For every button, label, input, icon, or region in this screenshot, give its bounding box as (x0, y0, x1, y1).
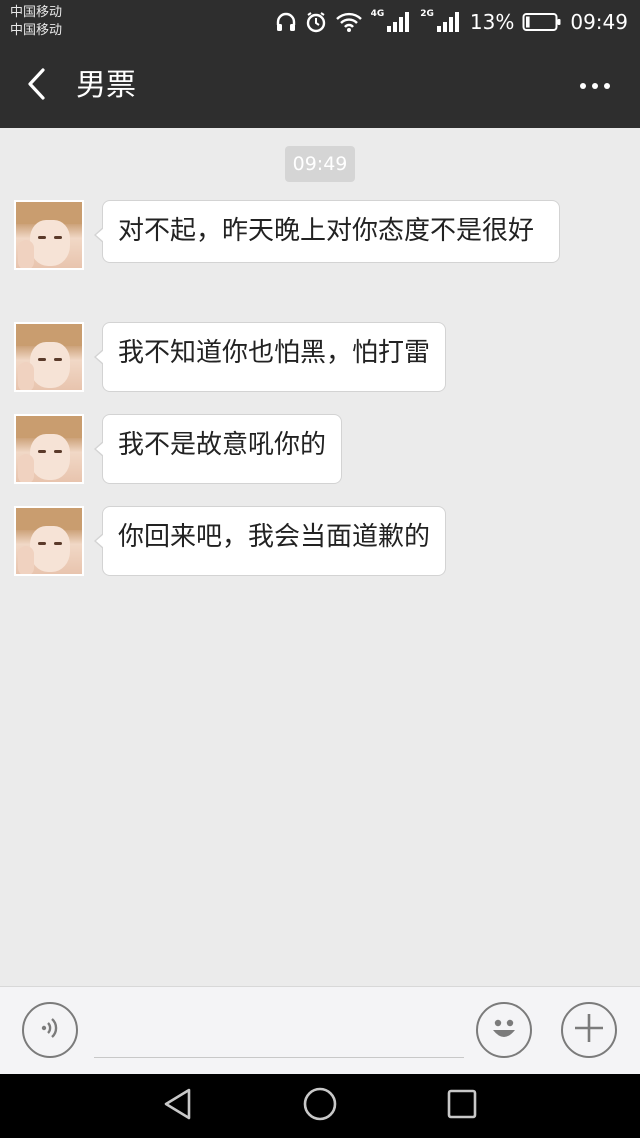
status-bar: 中国移动 中国移动 4G 2G 13% 09:49 (0, 0, 640, 44)
carrier-labels: 中国移动 中国移动 (10, 4, 62, 40)
more-dots-icon (580, 83, 586, 89)
status-clock: 09:49 (570, 10, 628, 34)
chat-header: 男票 (0, 44, 640, 128)
home-circle-icon (302, 1086, 338, 1126)
battery-percent: 13% (469, 10, 515, 34)
emoji-button[interactable] (476, 1002, 532, 1058)
signal-icon (386, 11, 412, 33)
plus-icon (572, 1011, 606, 1049)
system-back-button[interactable] (158, 1086, 198, 1126)
message-bubble[interactable]: 对不起，昨天晚上对你态度不是很好 (94, 200, 560, 263)
voice-icon (35, 1013, 65, 1047)
avatar[interactable] (14, 414, 84, 484)
chat-timestamp: 09:49 (285, 146, 355, 182)
system-home-button[interactable] (300, 1086, 340, 1126)
wifi-icon (335, 11, 363, 33)
chat-area[interactable]: 09:49 对不起，昨天晚上对你态度不是很好 我不知道你也怕黑，怕打雷 我不是故… (0, 128, 640, 986)
chevron-left-icon (24, 66, 48, 106)
carrier-2: 中国移动 (10, 23, 63, 38)
message-input[interactable] (94, 1007, 464, 1058)
message-bubble[interactable]: 我不是故意吼你的 (93, 414, 343, 484)
avatar[interactable] (14, 322, 84, 392)
plus-button[interactable] (561, 1002, 617, 1058)
battery-icon (522, 11, 562, 33)
avatar[interactable] (14, 506, 84, 576)
back-triangle-icon (162, 1087, 194, 1125)
system-recent-button[interactable] (442, 1086, 482, 1126)
system-nav-bar (0, 1074, 640, 1138)
headphones-icon (275, 11, 297, 33)
input-bar (0, 986, 640, 1074)
voice-button[interactable] (22, 1002, 78, 1058)
signal-icon (436, 11, 462, 33)
emoji-icon (486, 1010, 522, 1050)
carrier-1: 中国移动 (10, 5, 63, 20)
chat-title: 男票 (76, 68, 136, 103)
more-dots-icon (604, 83, 610, 89)
message-bubble[interactable]: 我不知道你也怕黑，怕打雷 (93, 322, 447, 392)
network-2-label: 2G (420, 9, 434, 19)
recent-square-icon (446, 1088, 478, 1124)
avatar[interactable] (14, 200, 84, 270)
more-button[interactable] (570, 68, 620, 104)
alarm-icon (305, 11, 327, 33)
network-1-label: 4G (370, 9, 385, 19)
status-icons: 4G 2G 13% 09:49 (275, 8, 628, 36)
back-button[interactable] (14, 64, 58, 108)
more-dots-icon (592, 83, 598, 89)
message-bubble[interactable]: 你回来吧，我会当面道歉的 (93, 506, 447, 576)
